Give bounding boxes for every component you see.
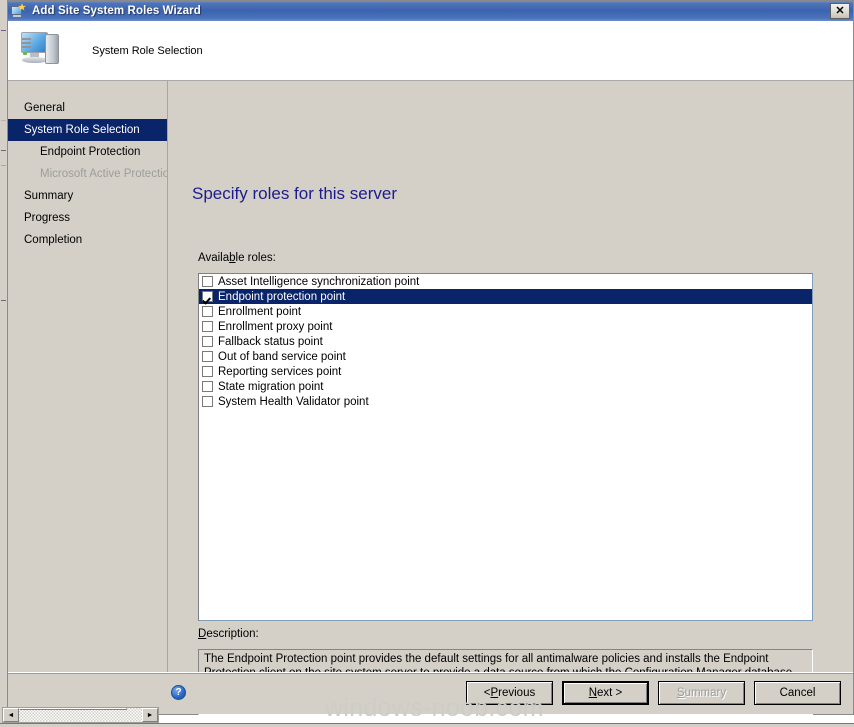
role-checkbox[interactable] xyxy=(202,396,213,407)
list-item[interactable]: Endpoint protection point xyxy=(199,289,812,304)
title-bar: Add Site System Roles Wizard ✕ xyxy=(8,1,853,21)
background-horizontal-scrollbar[interactable]: ◄ ► xyxy=(2,707,159,723)
bg-artifact xyxy=(1,300,6,301)
cancel-button[interactable]: Cancel xyxy=(754,681,841,705)
list-item[interactable]: Enrollment proxy point xyxy=(199,319,812,334)
previous-button[interactable]: < Previous xyxy=(466,681,553,705)
bg-artifact xyxy=(1,165,6,166)
role-checkbox[interactable] xyxy=(202,276,213,287)
page-title: Specify roles for this server xyxy=(192,184,398,203)
computer-monitor-icon xyxy=(20,30,66,72)
summary-button: Summary xyxy=(658,681,745,705)
bg-artifact xyxy=(1,120,6,121)
role-checkbox[interactable] xyxy=(202,291,213,302)
window-title: Add Site System Roles Wizard xyxy=(32,5,201,17)
help-question-icon[interactable]: ? xyxy=(171,685,186,700)
sidebar-item-endpoint-protection[interactable]: Endpoint Protection xyxy=(8,141,167,163)
sidebar-item-system-role-selection[interactable]: System Role Selection xyxy=(8,119,167,141)
header-title: System Role Selection xyxy=(92,44,203,57)
button-row: < Previous Next > Summary Cancel xyxy=(466,681,841,705)
scrollbar-thumb[interactable] xyxy=(19,708,127,710)
site-system-roles-icon xyxy=(11,3,27,19)
list-item[interactable]: Reporting services point xyxy=(199,364,812,379)
list-item[interactable]: State migration point xyxy=(199,379,812,394)
role-checkbox[interactable] xyxy=(202,306,213,317)
next-button[interactable]: Next > xyxy=(562,681,649,705)
scroll-left-arrow-icon[interactable]: ◄ xyxy=(3,708,19,722)
background-window-bottom-edge xyxy=(0,723,854,727)
wizard-step-nav: General System Role Selection Endpoint P… xyxy=(8,81,168,714)
sidebar-item-microsoft-active-protection-service: Microsoft Active Protection Service xyxy=(40,168,167,180)
list-item[interactable]: System Health Validator point xyxy=(199,394,812,409)
sidebar-item-progress[interactable]: Progress xyxy=(8,207,167,229)
list-item[interactable]: Asset Intelligence synchronization point xyxy=(199,274,812,289)
description-label: Description: xyxy=(198,628,259,640)
role-checkbox[interactable] xyxy=(202,351,213,362)
content-pane: Specify roles for this server Available … xyxy=(168,81,853,715)
wizard-dialog: Add Site System Roles Wizard ✕ System Ro… xyxy=(7,0,854,715)
scroll-right-arrow-icon[interactable]: ► xyxy=(142,708,158,722)
sidebar-item-summary[interactable]: Summary xyxy=(8,185,167,207)
list-item[interactable]: Enrollment point xyxy=(199,304,812,319)
role-checkbox[interactable] xyxy=(202,321,213,332)
dialog-body: General System Role Selection Endpoint P… xyxy=(8,81,853,715)
list-item[interactable]: Out of band service point xyxy=(199,349,812,364)
role-checkbox[interactable] xyxy=(202,381,213,392)
list-item[interactable]: Fallback status point xyxy=(199,334,812,349)
role-checkbox[interactable] xyxy=(202,336,213,347)
role-checkbox[interactable] xyxy=(202,366,213,377)
wizard-header: System Role Selection xyxy=(8,21,853,81)
sidebar-item-general[interactable]: General xyxy=(8,97,167,119)
bg-artifact xyxy=(1,30,6,31)
bg-artifact xyxy=(1,150,6,151)
close-icon[interactable]: ✕ xyxy=(830,3,850,19)
available-roles-listbox[interactable]: Asset Intelligence synchronization point… xyxy=(198,273,813,621)
sidebar-item-completion[interactable]: Completion xyxy=(8,229,167,251)
scrollbar-track[interactable] xyxy=(19,708,142,722)
available-roles-label: Available roles: xyxy=(198,252,276,264)
